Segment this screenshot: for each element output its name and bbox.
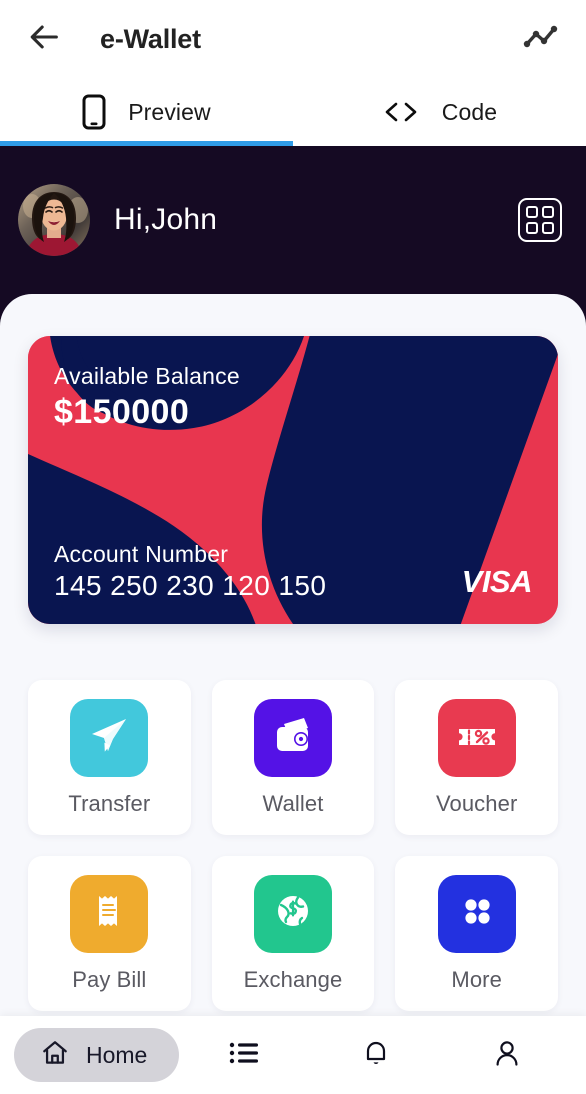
ticket-percent-icon [454,712,500,763]
nav-secondary-items [179,1027,572,1083]
action-wallet-label: Wallet [262,790,324,816]
account-label: Account Number [54,541,229,568]
tab-bar: Preview Code [0,78,586,146]
wallet-icon-tile [253,698,332,777]
grid-cell-3 [526,222,538,234]
grid-cell-4 [542,222,554,234]
action-more[interactable]: More [395,856,558,1011]
content-sheet: Available Balance $150000 Account Number… [0,294,586,1094]
bell-icon [361,1037,391,1074]
pay-bill-icon-tile [70,874,149,953]
user-photo-avatar [18,184,90,256]
activity-chart-icon [523,22,559,57]
grid-menu-icon[interactable] [518,198,562,242]
balance-value: $150000 [54,392,190,431]
person-icon [492,1037,522,1074]
paper-plane-icon [86,712,132,763]
bottom-navigation: Home [0,1016,586,1094]
mobile-phone-icon [82,94,106,130]
card-content: Available Balance $150000 Account Number… [28,336,558,624]
card-account-block: Account Number 145 250 230 120 150 VISA [54,540,533,602]
app-bar: e-Wallet [0,0,586,78]
code-brackets-icon [382,99,420,125]
transfer-icon-tile [70,698,149,777]
app-root: e-Wallet Preview Code Hi,John Available … [0,0,586,1094]
nav-item-notifications[interactable] [345,1027,407,1083]
greeting-header: Hi,John [0,146,586,294]
grid-cell-1 [526,206,538,218]
action-wallet[interactable]: Wallet [211,680,375,835]
action-more-label: More [451,966,502,992]
action-exchange[interactable]: Exchange [211,856,375,1011]
phone-preview: Hi,John Available Balance $150000 Accoun… [0,146,586,1094]
balance-label: Available Balance [54,363,240,389]
greeting-text: Hi,John [114,203,218,236]
action-pay-bill[interactable]: Pay Bill [28,856,191,1011]
action-transfer[interactable]: Transfer [28,680,191,835]
list-icon [228,1038,262,1073]
action-pay-bill-label: Pay Bill [72,966,147,992]
voucher-icon-tile [437,698,516,777]
page-title: e-Wallet [100,23,201,54]
action-voucher[interactable]: Voucher [395,680,558,835]
receipt-icon [86,888,132,939]
grid-cell-2 [542,206,554,218]
exchange-icon-tile [253,874,332,953]
nav-item-home[interactable]: Home [14,1028,180,1082]
balance-card[interactable]: Available Balance $150000 Account Number… [28,336,558,624]
nav-home-label: Home [86,1041,148,1068]
visa-logo: VISA [461,564,533,599]
four-dots-icon [454,888,500,939]
back-button[interactable] [22,16,68,62]
action-exchange-label: Exchange [243,966,343,992]
wallet-icon [270,712,316,763]
card-balance-block: Available Balance $150000 [54,362,532,432]
tab-preview[interactable]: Preview [0,78,293,146]
nav-item-list[interactable] [214,1027,276,1083]
tab-preview-label: Preview [128,98,211,125]
action-voucher-label: Voucher [435,790,518,816]
avatar[interactable] [18,184,90,256]
globe-dollar-icon [270,888,316,939]
home-icon [40,1038,70,1073]
account-block: Account Number 145 250 230 120 150 [54,540,326,602]
account-number: 145 250 230 120 150 [54,570,327,601]
action-grid: Transfer Wallet Voucher Pay Bill Exchang… [28,680,558,1011]
tab-code[interactable]: Code [293,78,586,146]
more-icon-tile [437,874,516,953]
arrow-left-icon [28,20,62,59]
action-transfer-label: Transfer [68,790,151,816]
analytics-button[interactable] [518,16,564,62]
nav-item-profile[interactable] [476,1027,538,1083]
tab-code-label: Code [441,98,498,125]
